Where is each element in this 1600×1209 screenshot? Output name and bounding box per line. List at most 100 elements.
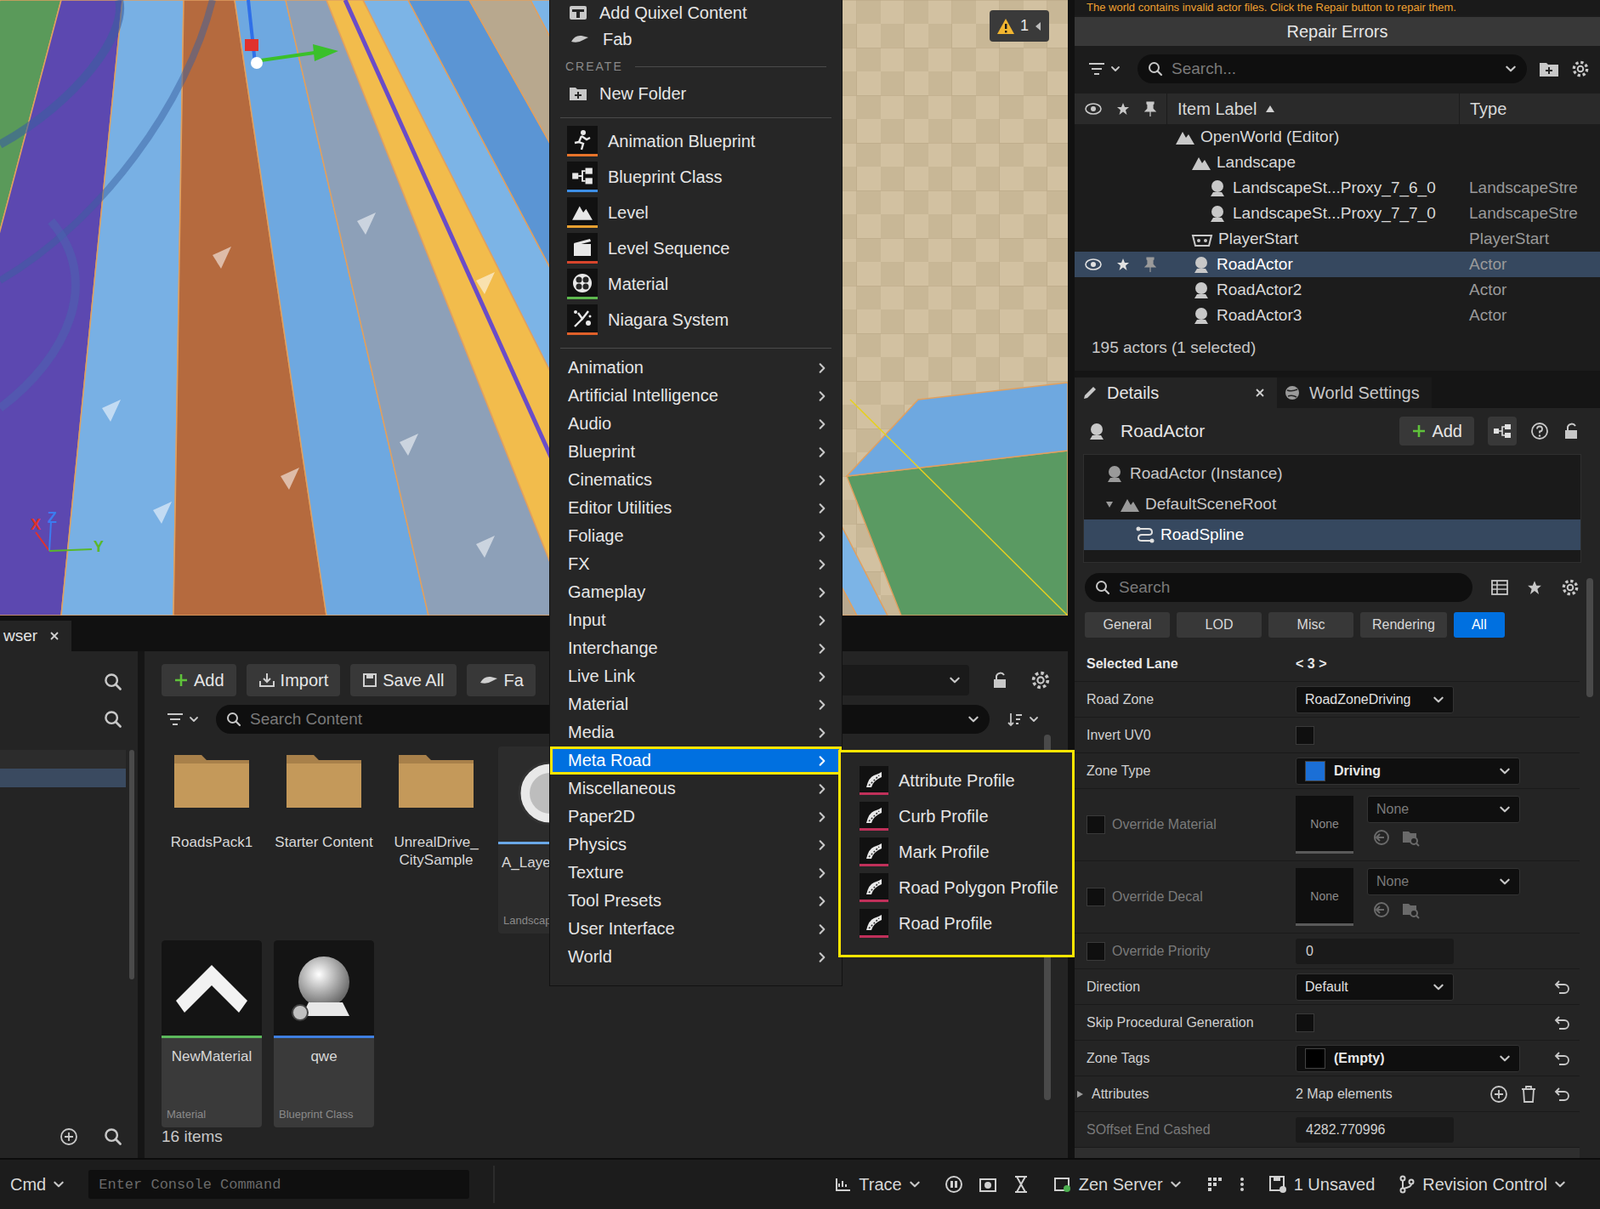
menu-category[interactable]: Texture xyxy=(550,858,842,887)
scrollbar[interactable] xyxy=(1586,578,1594,698)
filter-tab[interactable]: Misc xyxy=(1268,612,1354,638)
use-selected-icon[interactable] xyxy=(1372,828,1391,847)
menu-category[interactable]: Meta Road xyxy=(550,746,842,775)
component-row[interactable]: RoadActor (Instance) xyxy=(1083,458,1581,489)
asset-dropdown[interactable]: None xyxy=(1367,795,1521,823)
asset-dropdown[interactable]: None xyxy=(1367,868,1521,896)
outliner-row[interactable]: RoadActor2Actor xyxy=(1074,277,1600,303)
column-header[interactable]: Type xyxy=(1458,93,1587,125)
gear-icon[interactable] xyxy=(1571,59,1590,79)
outliner-row[interactable]: OpenWorld (Editor) xyxy=(1074,124,1600,150)
menu-category[interactable]: Gameplay xyxy=(550,578,842,607)
toolbar-button[interactable]: Save All xyxy=(350,663,456,697)
outliner-row[interactable]: LandscapeSt...Proxy_7_6_0LandscapeStre xyxy=(1074,175,1600,201)
menu-item[interactable]: Level Sequence xyxy=(550,230,842,267)
outliner-row[interactable]: RoadActor3Actor xyxy=(1074,302,1600,329)
menu-item[interactable]: Animation Blueprint xyxy=(550,123,842,159)
property-checkbox[interactable] xyxy=(1295,1013,1315,1033)
property-dropdown[interactable]: (Empty) xyxy=(1295,1044,1521,1073)
menu-item[interactable]: Add Quixel Content xyxy=(550,0,842,26)
gizmo-center[interactable] xyxy=(250,56,263,69)
menu-category[interactable]: Cinematics xyxy=(550,465,842,494)
hourglass-icon[interactable] xyxy=(1012,1174,1030,1194)
column-header[interactable]: Item Label xyxy=(1166,93,1459,125)
folder-tree-row[interactable] xyxy=(0,749,126,769)
override-checkbox[interactable] xyxy=(1086,941,1106,961)
component-row[interactable]: DefaultSceneRoot xyxy=(1083,488,1581,520)
folder-tree-row[interactable] xyxy=(0,768,126,788)
gizmo-x-axis[interactable] xyxy=(244,39,259,52)
menu-category[interactable]: User Interface xyxy=(550,914,842,943)
property-dropdown[interactable]: RoadZoneDriving xyxy=(1295,686,1454,714)
asset-tile[interactable]: NewMaterialMaterial xyxy=(161,940,262,1128)
filter-tab[interactable]: All xyxy=(1453,612,1505,638)
level-viewport[interactable]: 1XZY xyxy=(0,0,1068,616)
console-type[interactable]: Cmd xyxy=(10,1174,65,1195)
asset-tile[interactable]: qweBlueprint Class xyxy=(273,940,375,1128)
reset-icon[interactable] xyxy=(1554,1086,1572,1102)
menu-item[interactable]: New Folder xyxy=(550,79,842,108)
property-dropdown[interactable]: Default xyxy=(1295,973,1454,1001)
filter-tab[interactable]: Rendering xyxy=(1360,612,1447,638)
property-dropdown[interactable]: Driving xyxy=(1295,757,1521,785)
details-search[interactable]: Search xyxy=(1084,573,1473,602)
expand-triangle-icon[interactable] xyxy=(1074,1089,1085,1100)
property-field[interactable]: 4282.770996 xyxy=(1295,1117,1454,1143)
property-field[interactable]: 0 xyxy=(1295,938,1454,965)
menu-category[interactable]: FX xyxy=(550,550,842,579)
component-row[interactable]: RoadSpline xyxy=(1083,519,1581,551)
property-section[interactable] xyxy=(1074,1147,1580,1158)
override-checkbox[interactable] xyxy=(1086,815,1106,835)
zen-server-menu[interactable]: Zen Server xyxy=(1053,1174,1182,1195)
outliner-row[interactable]: PlayerStartPlayerStart xyxy=(1074,226,1600,252)
close-icon[interactable] xyxy=(49,630,60,642)
trace-menu[interactable]: Trace xyxy=(834,1174,920,1195)
panel-tab[interactable]: Details xyxy=(1074,377,1277,409)
sort-button[interactable] xyxy=(1001,711,1058,727)
asset-thumbnail[interactable]: None xyxy=(1295,795,1354,854)
star-icon[interactable] xyxy=(1116,257,1130,272)
trash-icon[interactable] xyxy=(1520,1084,1538,1104)
menu-item[interactable]: Blueprint Class xyxy=(550,158,842,195)
content-browser-tab[interactable]: wser xyxy=(0,620,72,652)
lock-icon[interactable] xyxy=(991,670,1009,690)
menu-category[interactable]: Audio xyxy=(550,409,842,438)
reset-icon[interactable] xyxy=(1554,1050,1572,1067)
asset-thumbnail[interactable]: None xyxy=(1295,868,1354,926)
close-icon[interactable] xyxy=(1254,387,1266,398)
menu-category[interactable]: Physics xyxy=(550,830,842,859)
menu-item[interactable]: Niagara System xyxy=(550,301,842,338)
menu-category[interactable]: World xyxy=(550,942,842,971)
filter-tab[interactable]: LOD xyxy=(1176,612,1262,638)
outliner-row[interactable]: LandscapeSt...Proxy_7_7_0LandscapeStre xyxy=(1074,200,1600,227)
lock-icon[interactable] xyxy=(1562,421,1580,441)
use-selected-icon[interactable] xyxy=(1372,900,1391,920)
collections-search[interactable] xyxy=(0,700,138,738)
folder-tile[interactable]: RoadsPack1 xyxy=(161,746,262,934)
eye-icon[interactable] xyxy=(1084,102,1102,115)
expand-triangle-icon[interactable] xyxy=(1104,499,1115,510)
toolbar-button[interactable]: Fa xyxy=(466,663,536,697)
outliner-row[interactable]: RoadActorActor xyxy=(1074,251,1600,278)
menu-category[interactable]: Artificial Intelligence xyxy=(550,381,842,410)
add-element-icon[interactable] xyxy=(1489,1084,1509,1104)
submenu-item[interactable]: Curb Profile xyxy=(840,798,1073,835)
more-icon[interactable] xyxy=(1239,1175,1245,1193)
add-component-button[interactable]: Add xyxy=(1399,416,1475,446)
browse-icon[interactable] xyxy=(1401,900,1420,920)
console-input[interactable]: Enter Console Command xyxy=(88,1169,470,1199)
outliner-row[interactable]: Landscape xyxy=(1074,149,1600,176)
sources-search[interactable] xyxy=(0,663,138,701)
menu-category[interactable]: Material xyxy=(550,690,842,719)
eye-icon[interactable] xyxy=(1084,258,1102,271)
pin-icon[interactable] xyxy=(1144,101,1157,117)
gizmo-y-axis[interactable] xyxy=(255,52,315,62)
submenu-item[interactable]: Road Profile xyxy=(840,905,1073,942)
filter-button[interactable] xyxy=(161,712,205,727)
folder-tile[interactable]: UnrealDrive_CitySample xyxy=(385,746,487,934)
star-icon[interactable] xyxy=(1526,579,1543,596)
menu-category[interactable]: Blueprint xyxy=(550,437,842,466)
property-checkbox[interactable] xyxy=(1295,726,1315,745)
menu-item[interactable]: Fab xyxy=(550,25,842,53)
gizmo-z-axis[interactable] xyxy=(248,0,256,63)
